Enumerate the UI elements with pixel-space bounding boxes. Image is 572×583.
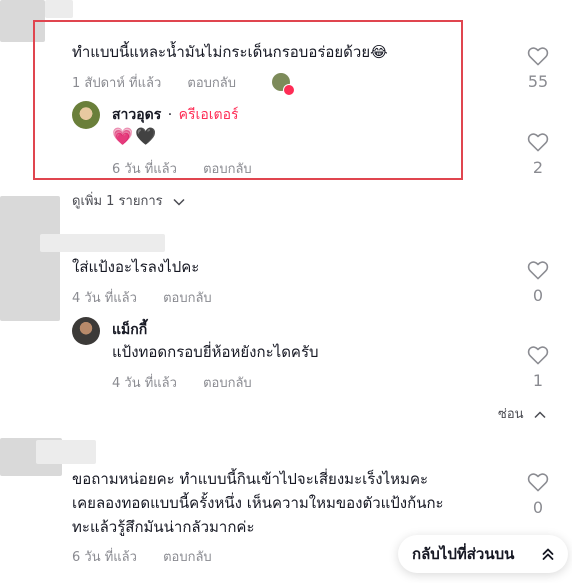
reply-meta: 4 วัน ที่แล้ว ตอบกลับ [112,372,252,393]
like-section: 55 [518,46,558,91]
double-chevron-up-icon [542,548,554,560]
comment-time: 6 วัน ที่แล้ว [72,550,137,565]
comment-meta: 1 สัปดาห์ ที่แล้ว ตอบกลับ [72,72,236,93]
comment-meta: 4 วัน ที่แล้ว ตอบกลับ [72,287,212,308]
chevron-down-icon [173,198,185,206]
reply-button[interactable]: ตอบกลับ [163,550,212,565]
like-section: 2 [518,132,558,177]
avatar-blurred[interactable] [0,196,60,321]
like-count: 0 [532,286,544,305]
comment-text: ทำแบบนี้แหละน้ำมันไม่กระเด็นกรอบอร่อยด้ว… [72,43,388,61]
heart-outline-icon[interactable] [527,260,549,280]
reply-time: 4 วัน ที่แล้ว [112,376,177,391]
heart-outline-icon[interactable] [527,345,549,365]
reply-emojis: 💗🖤 [112,127,159,147]
like-count: 0 [532,498,544,517]
creator-badge: ครีเอเตอร์ [178,107,239,123]
reply-author[interactable]: แม็กกี้ [112,319,147,341]
heart-outline-icon[interactable] [527,132,549,152]
heart-outline-icon[interactable] [527,472,549,492]
avatar[interactable] [72,101,100,129]
username-blurred[interactable] [40,234,165,252]
comment-meta: 6 วัน ที่แล้ว ตอบกลับ [72,546,212,567]
reply-author[interactable]: สาวอุดร [112,107,161,123]
like-section: 0 [518,260,558,305]
avatar[interactable] [72,317,100,345]
separator: · [167,107,173,123]
reply-button[interactable]: ตอบกลับ [203,376,252,391]
hide-label: ซ่อน [498,407,524,422]
reply-button[interactable]: ตอบกลับ [163,291,212,306]
reply-time: 6 วัน ที่แล้ว [112,162,177,177]
comment-time: 4 วัน ที่แล้ว [72,291,137,306]
like-count: 2 [532,158,544,177]
view-more-label: ดูเพิ่ม 1 รายการ [72,194,163,209]
like-count: 55 [527,72,549,91]
comment-text-line: ขอถามหน่อยคะ ทำแบบนี้กินเข้าไปจะเสี่ยงมะ… [72,470,429,488]
like-section: 1 [518,345,558,390]
comment-text-line: ทะแล้วรู้สึกมันน่ากลัวมากค่ะ [72,518,255,536]
view-more-replies[interactable]: ดูเพิ่ม 1 รายการ [72,190,185,211]
chevron-up-icon [534,410,546,418]
reply-author-line: สาวอุดร · ครีเอเตอร์ [112,104,239,126]
reply-meta: 6 วัน ที่แล้ว ตอบกลับ [112,158,252,179]
username-blurred[interactable] [45,0,73,18]
comment-text: ใส่แป้งอะไรลงไปคะ [72,258,200,276]
reply-button[interactable]: ตอบกลับ [203,162,252,177]
back-to-top-label: กลับไปที่ส่วนบน [412,545,515,563]
comment-time: 1 สัปดาห์ ที่แล้ว [72,76,162,91]
hide-replies-button[interactable]: ซ่อน [498,403,546,424]
username-blurred[interactable] [36,440,96,464]
heart-outline-icon[interactable] [527,46,549,66]
like-count: 1 [532,371,544,390]
reply-text: แป้งทอดกรอบยี่ห้อหยังกะไดครับ [112,343,319,361]
back-to-top-button[interactable]: กลับไปที่ส่วนบน [398,535,568,573]
creator-liked-heart-icon [283,84,295,96]
like-section: 0 [518,472,558,517]
comment-text-line: เคยลองทอดแบบนี้ครั้งหนึ่ง เห็นความใหมของ… [72,494,444,512]
reply-button[interactable]: ตอบกลับ [187,76,236,91]
